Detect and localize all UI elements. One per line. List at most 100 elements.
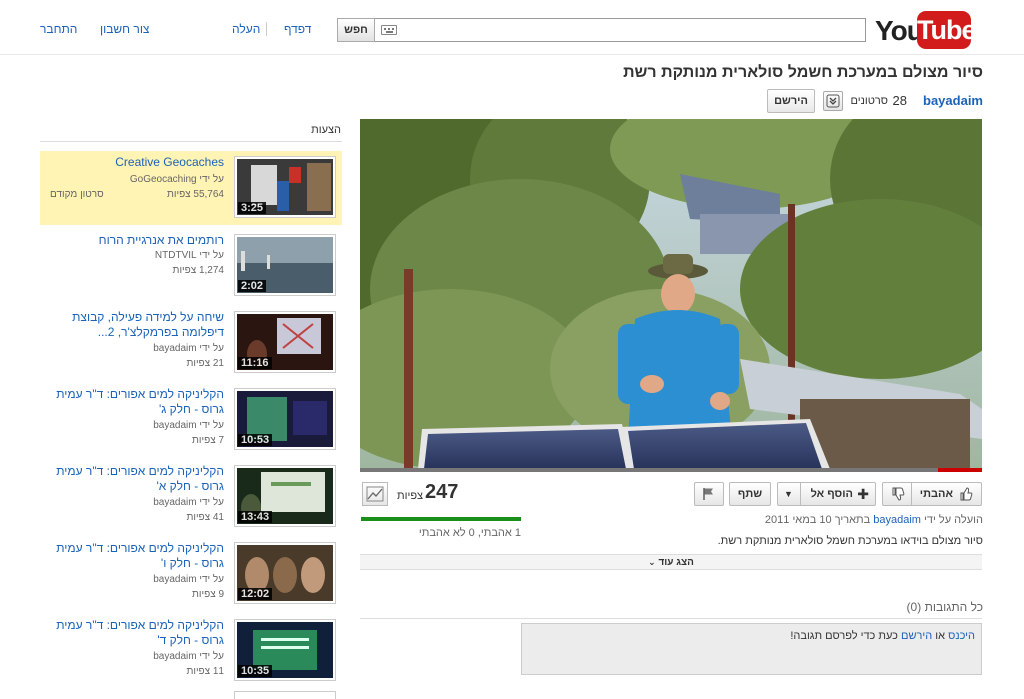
video-description: סיור מצולם בוידאו במערכת חשמל סולארית מנ… [717, 535, 983, 547]
plus-icon: ✚ [857, 486, 869, 502]
channel-video-count-label: סרטונים [850, 95, 888, 107]
comment-subscribe-link[interactable]: הירשם [901, 630, 932, 642]
divider [360, 618, 982, 619]
related-video-author: על ידי bayadaim [153, 343, 224, 354]
subscribe-button[interactable]: הירשם [767, 89, 815, 113]
video-player[interactable] [360, 119, 982, 469]
uploader-link[interactable]: bayadaim [873, 514, 921, 526]
related-video-views: 7 צפיות [192, 435, 224, 446]
virtual-keyboard-icon[interactable] [381, 25, 397, 35]
view-count: 247 [425, 481, 459, 503]
like-ratio-bar [361, 517, 521, 521]
video-thumbnail[interactable]: 2:02 [234, 234, 336, 296]
video-duration: 10:53 [238, 434, 273, 446]
dropdown-arrow-icon[interactable]: ▼ [784, 483, 793, 505]
comment-signin-box: היכנס או הירשם כעת כדי לפרסם תגובה! [521, 623, 982, 675]
share-button[interactable]: שתף [729, 482, 771, 506]
show-more-label: הצג עוד [658, 557, 694, 568]
video-duration: 11:16 [238, 357, 272, 369]
related-video-author: על ידי NTDTVIL [154, 250, 224, 261]
flag-icon [703, 488, 713, 500]
like-button[interactable]: אהבתי [882, 482, 982, 506]
promoted-badge: סרטון מקודם [50, 189, 104, 200]
divider [266, 22, 267, 36]
uploader-info: הועלה על ידי bayadaim בתאריך 10 במאי 201… [765, 514, 983, 526]
video-thumbnail[interactable]: 10:53 [234, 388, 336, 450]
search-button[interactable]: חפש [337, 18, 375, 42]
comment-prompt-text: כעת כדי לפרסם תגובה! [790, 630, 898, 642]
suggestions-header: הצעות [311, 124, 341, 136]
related-video[interactable]: 11:16 שיחה על למידה פעילה, קבוצת דיפלומה… [40, 306, 342, 380]
logo-you-text: You [875, 15, 924, 46]
add-to-button[interactable]: ✚ הוסף אל ▼ [777, 482, 876, 506]
logo-tube-text: Tube [917, 11, 977, 49]
like-label: אהבתי [919, 488, 953, 500]
video-frame [360, 119, 982, 469]
related-video-views: 21 צפיות [186, 358, 224, 369]
youtube-logo[interactable]: You Tube [875, 11, 977, 49]
related-video[interactable]: 2:02 רותמים את אנרגיית הרוח על ידי NTDTV… [40, 229, 342, 303]
related-video-author: על ידי bayadaim [153, 420, 224, 431]
divider [40, 141, 342, 142]
sign-in-link[interactable]: התחבר [40, 22, 77, 36]
view-count-label: צפיות [397, 490, 424, 502]
thumbs-down-icon[interactable] [891, 487, 905, 501]
related-video-views: 11 צפיות [186, 666, 224, 677]
related-video-title[interactable]: רותמים את אנרגיית הרוח [44, 233, 224, 248]
video-duration: 3:25 [238, 202, 267, 214]
browse-link[interactable]: דפדף [284, 22, 311, 36]
related-video-author: על ידי bayadaim [153, 651, 224, 662]
related-video-title[interactable]: הקליניקה למים אפורים: ד"ר עמית גרוס - חל… [44, 387, 224, 417]
flag-button[interactable] [694, 482, 724, 506]
related-video-author: על ידי GoGeocaching [129, 174, 224, 185]
like-summary: 1 אהבתי, 0 לא אהבתי [418, 527, 521, 539]
related-video[interactable]: 13:43 הקליניקה למים אפורים: ד"ר עמית גרו… [40, 460, 342, 534]
related-video-promoted[interactable]: 3:25 Creative Geocaches על ידי GoGeocach… [40, 151, 342, 225]
chevron-down-icon [826, 94, 840, 108]
related-video-author: על ידי bayadaim [153, 497, 224, 508]
video-thumbnail[interactable]: 13:43 [234, 465, 336, 527]
related-video-title[interactable]: הקליניקה למים אפורים: ד"ר עמית גרוס - חל… [44, 618, 224, 648]
related-video[interactable]: 10:53 הקליניקה למים אפורים: ד"ר עמית גרו… [40, 383, 342, 457]
related-video-title[interactable]: הקליניקה למים אפורים: ד"ר עמית גרוס - חל… [44, 541, 224, 571]
all-comments-header: כל התגובות (0) [906, 600, 983, 614]
related-video-title[interactable]: הקליניקה למים אפורים: ד"ר עמית גרוס - חל… [44, 464, 224, 494]
comment-sign-in-link[interactable]: היכנס [948, 630, 975, 642]
related-video-views: 55,764 צפיות [166, 189, 224, 200]
show-more-button[interactable]: הצג עוד ⌄ [360, 554, 982, 570]
related-video[interactable]: 12:02 הקליניקה למים אפורים: ד"ר עמית גרו… [40, 537, 342, 611]
video-thumbnail[interactable]: 11:16 [234, 311, 336, 373]
video-title: סיור מצולם במערכת חשמל סולארית מנותקת רש… [623, 64, 983, 81]
masthead: You Tube חפש דפדף העלה צור חשבון התחבר [0, 0, 1024, 55]
uploaded-prefix: הועלה על ידי [924, 514, 983, 526]
related-video-title[interactable]: Creative Geocaches [44, 155, 224, 170]
channel-video-count: 28 [892, 93, 907, 108]
chart-icon [366, 486, 384, 502]
create-account-link[interactable]: צור חשבון [100, 22, 149, 36]
comment-or-text: או [935, 630, 946, 642]
progress-fill [938, 468, 982, 472]
video-thumbnail[interactable]: 3:25 [234, 156, 336, 218]
related-video-views: 9 צפיות [192, 589, 224, 600]
chevron-down-icon: ⌄ [648, 557, 656, 567]
related-video-partial[interactable] [40, 691, 342, 699]
channel-link[interactable]: bayadaim [923, 93, 983, 108]
video-duration: 2:02 [238, 280, 267, 292]
video-duration: 10:35 [238, 665, 273, 677]
video-duration: 12:02 [238, 588, 273, 600]
video-thumbnail[interactable]: 10:35 [234, 619, 336, 681]
video-progress-bar[interactable] [360, 468, 982, 472]
related-video-views: 41 צפיות [186, 512, 224, 523]
add-to-label: הוסף אל [810, 488, 853, 500]
search-input[interactable] [374, 18, 866, 42]
related-video[interactable]: 10:35 הקליניקה למים אפורים: ד"ר עמית גרו… [40, 614, 342, 688]
thumbs-up-icon [960, 487, 973, 501]
channel-expand-button[interactable] [823, 91, 843, 111]
video-duration: 13:43 [238, 511, 273, 523]
related-video-title[interactable]: שיחה על למידה פעילה, קבוצת דיפלומה בפרמק… [44, 310, 224, 340]
related-video-author: על ידי bayadaim [153, 574, 224, 585]
upload-link[interactable]: העלה [232, 22, 260, 36]
statistics-button[interactable] [362, 482, 388, 506]
video-thumbnail[interactable]: 12:02 [234, 542, 336, 604]
related-video-views: 1,274 צפיות [172, 265, 224, 276]
